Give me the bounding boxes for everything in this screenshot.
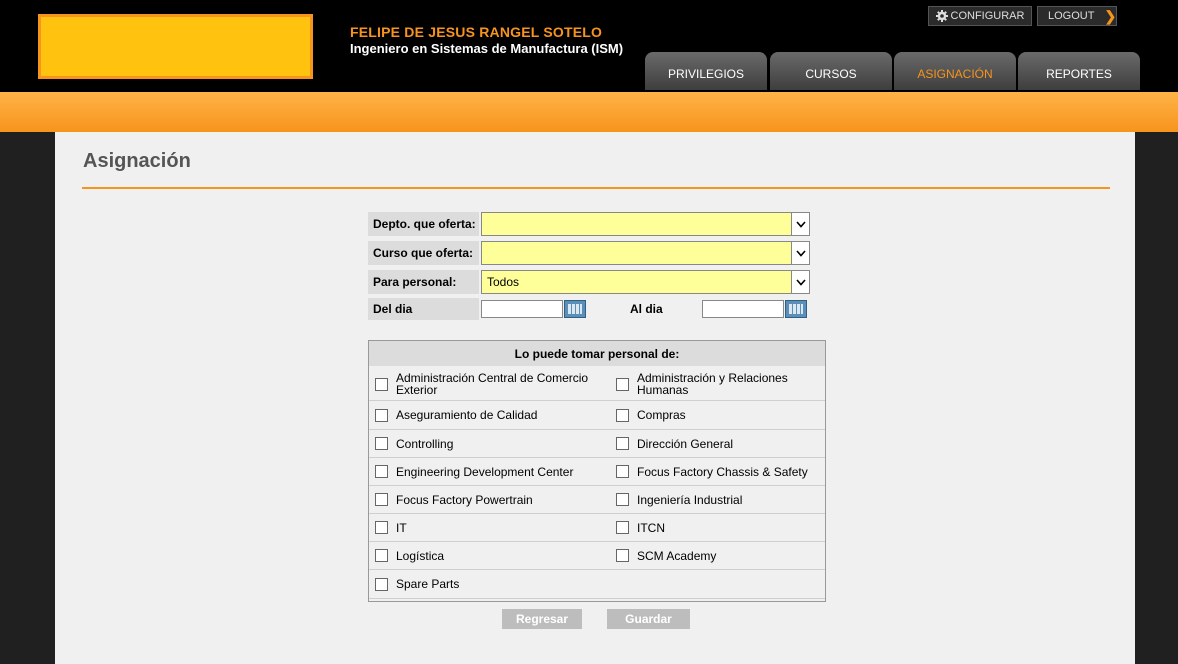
option-item[interactable]: Spare Parts	[375, 570, 459, 598]
checkbox[interactable]	[616, 377, 629, 391]
tab-asignacion[interactable]: ASIGNACIÓN	[894, 52, 1016, 90]
user-name: FELIPE DE JESUS RANGEL SOTELO	[350, 24, 603, 40]
option-item[interactable]: IT	[375, 514, 407, 541]
al-dia-label: Al dia	[590, 298, 700, 320]
option-item[interactable]: Compras	[616, 401, 686, 429]
option-item[interactable]: Administración Central de Comercio Exter…	[375, 368, 596, 400]
tab-cursos[interactable]: CURSOS	[770, 52, 892, 90]
header: FELIPE DE JESUS RANGEL SOTELO Ingeniero …	[0, 0, 1178, 92]
option-item[interactable]: Dirección General	[616, 430, 733, 457]
options-box-header: Lo puede tomar personal de:	[369, 341, 825, 366]
options-row: Engineering Development Center Focus Fac…	[369, 458, 825, 486]
option-item[interactable]: Focus Factory Powertrain	[375, 486, 533, 513]
option-item[interactable]: ITCN	[616, 514, 665, 541]
option-item[interactable]: Logística	[375, 542, 444, 569]
option-item[interactable]: Engineering Development Center	[375, 458, 573, 485]
depto-label: Depto. que oferta:	[368, 212, 479, 236]
options-row: Aseguramiento de Calidad Compras	[369, 401, 825, 430]
option-item[interactable]: Focus Factory Chassis & Safety	[616, 458, 808, 485]
checkbox[interactable]	[616, 437, 629, 450]
del-dia-input[interactable]	[481, 300, 563, 318]
tab-privilegios[interactable]: PRIVILEGIOS	[645, 52, 767, 90]
checkbox[interactable]	[375, 521, 388, 534]
options-row: IT ITCN	[369, 514, 825, 542]
curso-label: Curso que oferta:	[368, 241, 479, 265]
gear-icon	[935, 10, 948, 22]
calendar-icon[interactable]	[564, 300, 586, 318]
checkbox[interactable]	[375, 408, 388, 422]
checkbox[interactable]	[616, 493, 629, 506]
tab-reportes[interactable]: REPORTES	[1018, 52, 1140, 90]
page-title: Asignación	[83, 150, 191, 172]
checkbox[interactable]	[375, 577, 388, 591]
options-row: Logística SCM Academy	[369, 542, 825, 570]
checkbox[interactable]	[375, 465, 388, 478]
personal-label: Para personal:	[368, 270, 479, 294]
options-row: Focus Factory Powertrain Ingeniería Indu…	[369, 486, 825, 514]
calendar-icon[interactable]	[785, 300, 807, 318]
configurar-button[interactable]: CONFIGURAR	[928, 6, 1032, 26]
del-dia-label: Del dia	[368, 298, 479, 320]
checkbox[interactable]	[375, 437, 388, 450]
chevron-down-icon	[791, 213, 809, 235]
option-item[interactable]: Administración y Relaciones Humanas	[616, 368, 817, 400]
chevron-down-icon	[791, 242, 809, 264]
logout-button[interactable]: LOGOUT ❯	[1037, 6, 1117, 26]
checkbox[interactable]	[616, 521, 629, 534]
logo	[38, 14, 313, 79]
checkbox[interactable]	[616, 408, 629, 422]
title-divider	[82, 187, 1110, 189]
options-row: Controlling Dirección General	[369, 430, 825, 458]
option-item[interactable]: SCM Academy	[616, 542, 716, 569]
guardar-button[interactable]: Guardar	[607, 609, 690, 629]
options-row: Administración Central de Comercio Exter…	[369, 368, 825, 401]
personal-options-box: Lo puede tomar personal de: Administraci…	[368, 340, 826, 602]
options-row: Spare Parts	[369, 570, 825, 599]
regresar-button[interactable]: Regresar	[502, 609, 582, 629]
logout-label: LOGOUT	[1048, 10, 1095, 22]
option-item[interactable]: Controlling	[375, 430, 453, 457]
main-content: Asignación Depto. que oferta: Curso que …	[55, 132, 1135, 664]
curso-select[interactable]	[481, 241, 810, 265]
chevron-right-icon: ❯	[1104, 7, 1117, 24]
configurar-label: CONFIGURAR	[950, 10, 1025, 22]
checkbox[interactable]	[375, 493, 388, 506]
checkbox[interactable]	[375, 549, 388, 562]
user-role: Ingeniero en Sistemas de Manufactura (IS…	[350, 41, 624, 56]
depto-select[interactable]	[481, 212, 810, 236]
personal-select[interactable]: Todos	[481, 270, 810, 294]
checkbox[interactable]	[375, 377, 388, 391]
al-dia-input[interactable]	[702, 300, 784, 318]
checkbox[interactable]	[616, 465, 629, 478]
checkbox[interactable]	[616, 549, 629, 562]
chevron-down-icon	[791, 271, 809, 293]
option-item[interactable]: Aseguramiento de Calidad	[375, 401, 537, 429]
personal-value: Todos	[487, 275, 520, 289]
orange-banner	[0, 92, 1178, 132]
option-item[interactable]: Ingeniería Industrial	[616, 486, 742, 513]
